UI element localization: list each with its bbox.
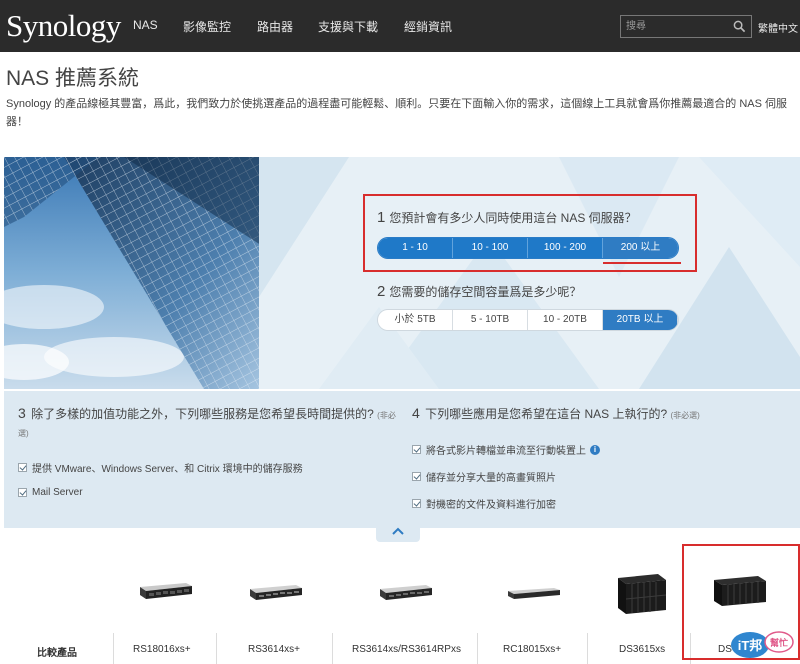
options-panel: 3 除了多樣的加值功能之外，下列哪些服務是您希望長時間提供的? (非必 選) 提… [4,391,800,528]
question-3-optional-note: (非必 [377,411,396,420]
product-name[interactable]: RC18015xs+ [503,644,561,655]
page-intro: Synology 的產品線極其豐富，爲此，我們致力於使挑選產品的過程盡可能輕鬆、… [6,98,788,128]
nav-nas[interactable]: NAS [133,18,158,32]
question-3-number: 3 [18,405,26,421]
search-icon[interactable] [733,20,746,33]
column-divider [216,633,217,664]
question-2-number: 2 [377,283,386,300]
checkbox-checked[interactable] [18,488,27,497]
option-storage-under-5tb[interactable]: 小於 5TB [378,310,453,330]
triangle-background [259,157,800,389]
storage-capacity-selector: 小於 5TB 5 - 10TB 10 - 20TB 20TB 以上 [377,309,679,331]
product-name[interactable]: RS18016xs+ [133,644,191,655]
watermark-sub-text: 幫忙 [770,637,788,649]
service-option-storage-label: 提供 VMware、Windows Server、和 Citrix 環境中的儲存… [32,464,303,475]
app-option-encryption-label: 對機密的文件及資料進行加密 [426,500,556,511]
app-option-video[interactable]: 將各式影片轉檔並串流至行動裝置上 i [412,442,600,457]
column-divider [113,633,114,664]
rackmount-nas-image[interactable] [246,583,304,603]
language-switcher[interactable]: 繁體中文 [758,20,798,35]
desktop-nas-image[interactable] [612,572,668,616]
checkbox-checked[interactable] [412,499,421,508]
question-4-heading: 4 下列哪些應用是您希望在這台 NAS 上執行的? (非必選) [412,405,792,424]
column-divider [477,633,478,664]
column-divider [587,633,588,664]
app-option-encryption[interactable]: 對機密的文件及資料進行加密 [412,496,556,511]
option-storage-20tb-plus[interactable]: 20TB 以上 [603,310,678,330]
option-storage-10-20tb[interactable]: 10 - 20TB [528,310,603,330]
service-option-storage[interactable]: 提供 VMware、Windows Server、和 Citrix 環境中的儲存… [18,460,303,475]
rackmount-nas-image[interactable] [376,583,434,603]
synology-logo[interactable]: Synology [6,8,121,44]
service-option-mail-label: Mail Server [32,487,83,498]
top-navbar: Synology NAS 影像監控 路由器 支援與下載 經銷資訊 繁體中文 [0,0,800,52]
search-box [620,15,752,38]
app-option-photos[interactable]: 儲存並分享大量的高畫質照片 [412,469,556,484]
watermark-logo: iT邦 幫忙 [731,631,794,658]
column-divider [332,633,333,664]
search-input[interactable] [621,16,731,37]
checkbox-checked[interactable] [412,445,421,454]
question-4-number: 4 [412,405,420,421]
info-icon[interactable]: i [590,444,600,455]
question-3-optional-note-cont: 選) [18,429,29,438]
app-option-photos-label: 儲存並分享大量的高畫質照片 [426,473,556,484]
page-title: NAS 推薦系統 [6,67,140,90]
highlight-underline [603,262,681,264]
nav-surveillance[interactable]: 影像監控 [183,18,231,35]
compare-products-label[interactable]: 比較產品 [37,644,77,659]
collapse-panel-button[interactable] [376,523,420,542]
question-2: 2 您需要的儲存空間容量爲是多少呢？ [377,283,581,300]
hero-questions-area: 1 您預計會有多少人同時使用這台 NAS 伺服器？ 1 - 10 10 - 100… [4,157,800,389]
nav-router[interactable]: 路由器 [257,18,293,35]
nav-dealer-info[interactable]: 經銷資訊 [404,18,452,35]
question-3-text: 除了多樣的加值功能之外，下列哪些服務是您希望長時間提供的? [31,407,374,421]
product-name[interactable]: DS3615xs [619,644,665,655]
checkbox-checked[interactable] [412,472,421,481]
checkbox-checked[interactable] [18,463,27,472]
question-4-optional-note: (非必選) [670,411,700,420]
rackmount-nas-image[interactable] [504,587,562,601]
chevron-up-icon [392,527,404,535]
option-storage-5-10tb[interactable]: 5 - 10TB [453,310,528,330]
skyscraper-photo [4,157,264,389]
question-4-text: 下列哪些應用是您希望在這台 NAS 上執行的? [425,407,668,421]
question-2-text: 您需要的儲存空間容量爲是多少呢？ [389,285,582,299]
question-3-heading: 3 除了多樣的加值功能之外，下列哪些服務是您希望長時間提供的? (非必 選) [18,405,398,442]
rackmount-nas-image[interactable] [136,581,194,601]
product-name[interactable]: RS3614xs+ [248,644,300,655]
nav-support-download[interactable]: 支援與下載 [318,18,378,35]
service-option-mail-server[interactable]: Mail Server [18,487,83,498]
product-name[interactable]: RS3614xs/RS3614RPxs [352,644,461,655]
app-option-video-label: 將各式影片轉檔並串流至行動裝置上 [426,446,586,457]
highlight-box-question-1 [363,194,697,272]
watermark-main-text: iT邦 [738,638,763,653]
